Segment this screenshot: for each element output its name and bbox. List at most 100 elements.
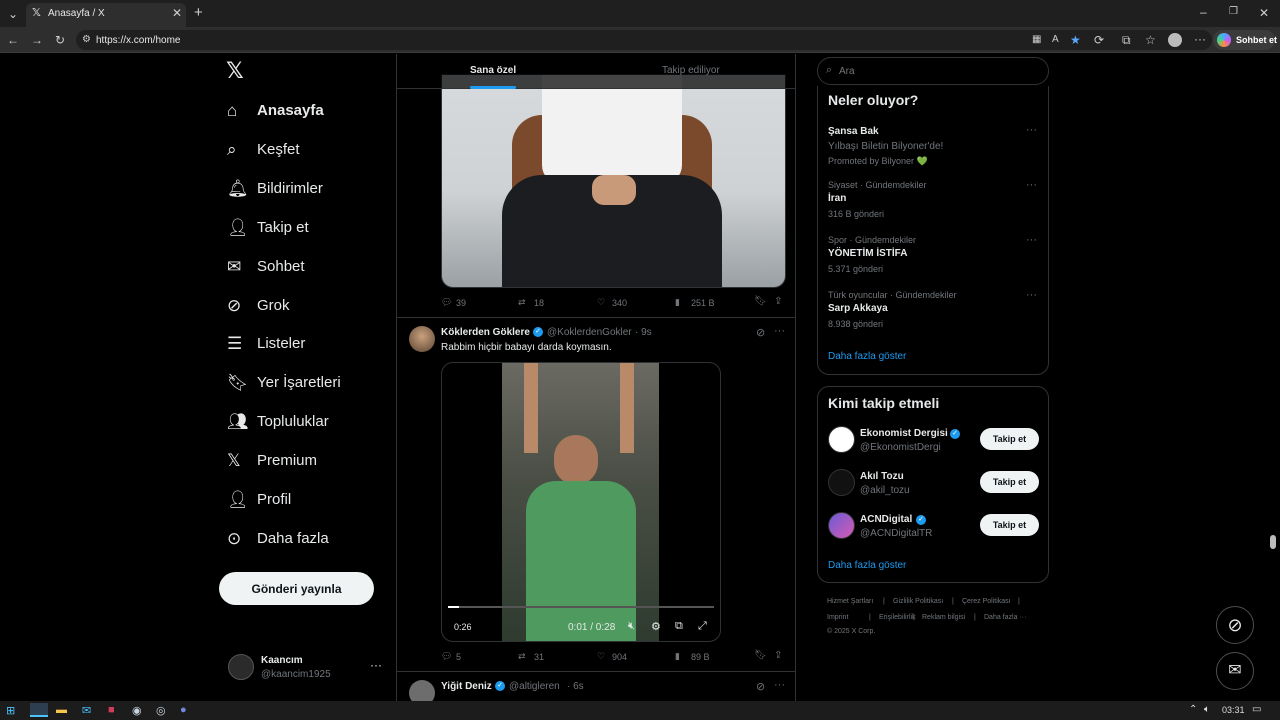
page-scrollbar-thumb[interactable] (1270, 535, 1276, 549)
trend-more-icon[interactable]: ··· (1026, 124, 1037, 136)
steam-taskbar-icon[interactable]: ◉ (132, 704, 142, 717)
reply-icon[interactable]: 💬︎ (441, 297, 452, 308)
close-tab-icon[interactable]: ✕ (172, 7, 182, 19)
bookmark-icon[interactable]: 🔖︎ (754, 296, 767, 307)
url-text[interactable]: https://x.com/home (96, 35, 180, 46)
like-icon[interactable]: ♡ (597, 651, 605, 662)
footer-link[interactable]: Erişilebilirlik (879, 614, 916, 621)
video-settings-icon[interactable]: ⚙ (651, 620, 661, 633)
back-icon[interactable]: ← (7, 34, 19, 46)
maximize-icon[interactable]: ❐ (1229, 7, 1238, 17)
sidebar-item-grok[interactable]: ⊘ Grok (222, 288, 382, 324)
sidebar-item-profil[interactable]: 👤︎ Profil (222, 482, 382, 518)
sidebar-item-keşfet[interactable]: ⌕ Keşfet (222, 132, 382, 168)
grok-float-button[interactable]: ⊘ (1216, 606, 1254, 644)
footer-link[interactable]: © 2025 X Corp. (827, 628, 875, 635)
video-progress-track[interactable] (448, 606, 714, 608)
windows-start-icon[interactable]: ⊞ (6, 704, 15, 717)
show-more-trends-link[interactable]: Daha fazla göster (828, 351, 906, 362)
avatar[interactable] (409, 680, 435, 702)
sidebar-item-topluluklar[interactable]: 👥︎ Topluluklar (222, 404, 382, 440)
post-more-icon[interactable]: ··· (774, 325, 785, 337)
clock-time[interactable]: 03:31 (1222, 705, 1245, 715)
read-aloud-icon[interactable]: A (1052, 35, 1059, 45)
footer-link[interactable]: Hizmet Şartları (827, 598, 873, 605)
avatar[interactable] (409, 326, 435, 352)
author-handle[interactable]: @altigleren (509, 681, 560, 692)
tray-chevron-icon[interactable]: ⌃ (1189, 704, 1197, 715)
footer-link[interactable]: Gizlilik Politikası (893, 598, 943, 605)
trend-more-icon[interactable]: ··· (1026, 234, 1037, 246)
extensions-icon[interactable]: ⟳ (1094, 34, 1104, 46)
follow-button[interactable]: Takip et (980, 471, 1039, 493)
edge-taskbar-icon[interactable] (30, 703, 48, 717)
repost-icon[interactable]: ⇄ (518, 651, 526, 662)
sidebar-item-anasayfa[interactable]: ⌂ Anasayfa (222, 93, 382, 129)
suggested-account-name[interactable]: Akıl Tozu (860, 471, 904, 482)
reload-icon[interactable]: ↻ (55, 34, 65, 46)
search-input[interactable]: Ara (839, 66, 855, 77)
account-more-icon[interactable]: ··· (370, 658, 382, 672)
app2-taskbar-icon[interactable]: ◎ (156, 704, 166, 717)
tab-for-you[interactable]: Sana özel (470, 65, 516, 76)
mute-icon[interactable]: 🔇︎ (628, 620, 635, 633)
follow-button[interactable]: Takip et (980, 514, 1039, 536)
volume-icon[interactable]: 🔈︎ (1204, 704, 1210, 715)
split-screen-icon[interactable]: ⧉ (1122, 34, 1131, 46)
sidebar-item-sohbet[interactable]: ✉ Sohbet (222, 249, 382, 285)
suggested-account-name[interactable]: Ekonomist Dergisi (860, 428, 948, 439)
bookmark-icon[interactable]: 🔖︎ (754, 650, 767, 661)
app-taskbar-icon[interactable]: ■ (108, 704, 115, 716)
app-icon[interactable]: ▦ (1032, 35, 1041, 45)
new-tab-icon[interactable]: + (194, 5, 203, 20)
avatar[interactable] (828, 512, 855, 539)
sidebar-item-takip-et[interactable]: 👤︎ Takip et (222, 210, 382, 246)
footer-link[interactable]: Reklam bilgisi (922, 614, 965, 621)
messages-float-button[interactable]: ✉ (1216, 652, 1254, 690)
site-info-icon[interactable]: ⚙ (82, 35, 91, 45)
page-scrollbar[interactable] (1270, 54, 1278, 700)
video-player[interactable]: 0:26 0:01 / 0:28 🔇︎ ⚙ ⧉ ⤢ (441, 362, 721, 642)
favorite-star-icon[interactable]: ★ (1070, 34, 1081, 46)
footer-link[interactable]: Çerez Politikası (962, 598, 1011, 605)
trend-more-icon[interactable]: ··· (1026, 179, 1037, 191)
sidebar-item-premium[interactable]: 𝕏 Premium (222, 443, 382, 479)
forward-icon[interactable]: → (31, 34, 43, 46)
follow-button[interactable]: Takip et (980, 428, 1039, 450)
share-icon[interactable]: ⇪ (774, 650, 782, 661)
discord-taskbar-icon[interactable]: ● (180, 704, 187, 716)
author-name[interactable]: Köklerden Göklere (441, 327, 530, 338)
tab-following[interactable]: Takip ediliyor (662, 65, 720, 76)
trend-more-icon[interactable]: ··· (1026, 289, 1037, 301)
post-time[interactable]: · 6s (567, 681, 584, 692)
reply-icon[interactable]: 💬︎ (441, 651, 452, 662)
fullscreen-icon[interactable]: ⤢ (698, 620, 707, 633)
author-handle[interactable]: @KoklerdenGokler (547, 327, 632, 338)
notification-icon[interactable]: ▭ (1252, 704, 1261, 715)
share-icon[interactable]: ⇪ (774, 296, 782, 307)
tab-list-icon[interactable]: ⌄ (8, 8, 18, 20)
suggested-account-name[interactable]: ACNDigital (860, 514, 912, 525)
avatar[interactable] (828, 469, 855, 496)
grok-explain-icon[interactable]: ⊘ (756, 680, 765, 693)
pip-icon[interactable]: ⧉ (675, 620, 683, 633)
settings-more-icon[interactable]: ··· (1194, 33, 1206, 45)
sidebar-item-listeler[interactable]: ☰ Listeler (222, 326, 382, 362)
x-logo-icon[interactable]: 𝕏 (226, 60, 246, 82)
profile-avatar[interactable] (1168, 33, 1182, 47)
views-icon[interactable]: ▮ (675, 651, 680, 662)
account-switcher[interactable]: Kaancım @kaancim1925 ··· (222, 648, 387, 688)
post-time[interactable]: · 9s (635, 327, 652, 338)
repost-icon[interactable]: ⇄ (518, 297, 526, 308)
favorites-icon[interactable]: ☆ (1145, 34, 1156, 46)
mail-taskbar-icon[interactable]: ✉ (82, 704, 91, 717)
footer-link[interactable]: Daha fazla ··· (984, 614, 1026, 621)
sidebar-item-bildirimler[interactable]: 🔔︎ Bildirimler (222, 171, 382, 207)
post-image[interactable] (441, 74, 786, 288)
author-name[interactable]: Yiğit Deniz (441, 681, 492, 692)
sidebar-item-daha-fazla[interactable]: ⊙ Daha fazla (222, 521, 382, 557)
explorer-taskbar-icon[interactable]: ▬ (56, 704, 67, 716)
avatar[interactable] (828, 426, 855, 453)
footer-link[interactable]: Imprint (827, 614, 848, 621)
grok-explain-icon[interactable]: ⊘ (756, 326, 765, 339)
